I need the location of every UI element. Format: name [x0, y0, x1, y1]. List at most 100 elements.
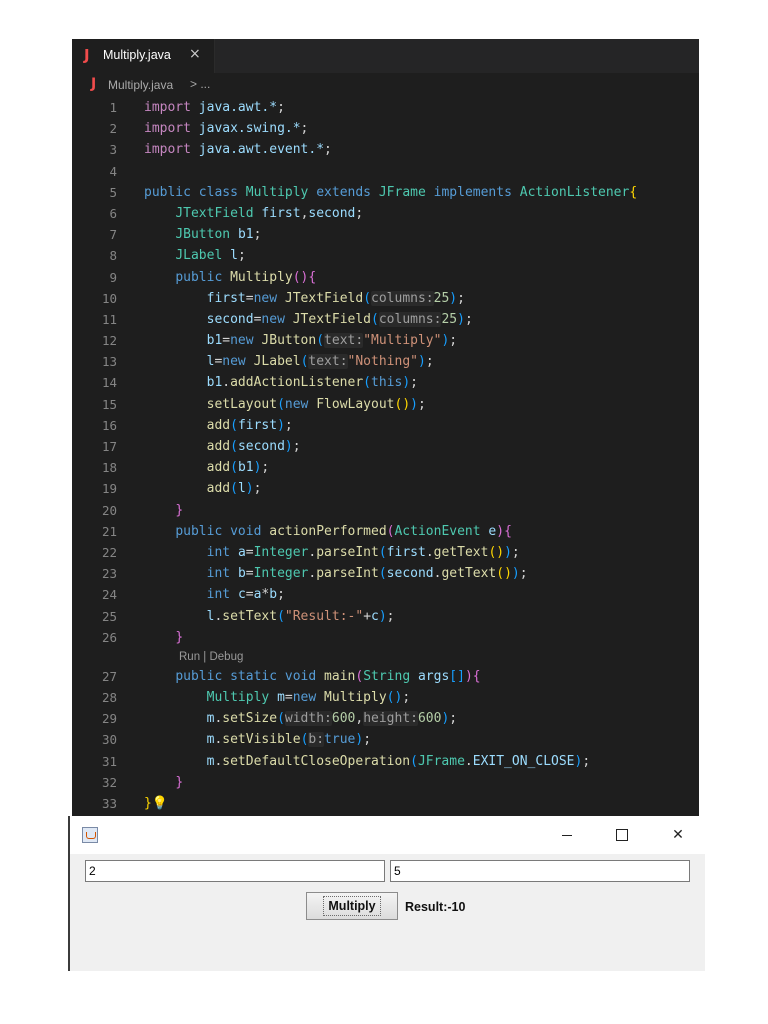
line-number: 32 [101, 774, 117, 790]
minimize-icon [562, 834, 572, 836]
code-line: 29 m.setSize(width:600,height:600); [72, 708, 699, 729]
code-line: 4 [72, 161, 699, 182]
codelens-label[interactable]: Run | Debug [179, 648, 243, 666]
import-path: javax.swing.* [198, 121, 301, 137]
line-number: 9 [109, 269, 117, 285]
line-number: 4 [109, 163, 117, 179]
line-number: 13 [101, 354, 117, 370]
code-line: 31 m.setDefaultCloseOperation(JFrame.EXI… [72, 751, 699, 772]
number-literal: 600 [417, 711, 442, 727]
line-number: 15 [101, 396, 117, 412]
inlay-hint: width: [284, 711, 332, 727]
code-line: 15 setLayout(new FlowLayout()); [72, 394, 699, 415]
code-line: 7 JButton b1; [72, 224, 699, 245]
inlay-hint: columns: [378, 311, 442, 327]
string-literal: "Multiply" [363, 333, 442, 349]
lightbulb-icon[interactable]: 💡 [152, 796, 168, 811]
number-literal: 25 [433, 290, 450, 306]
line-number: 30 [101, 732, 117, 748]
tab-label: Multiply.java [103, 48, 171, 62]
code-line: 33}💡 [72, 793, 699, 814]
code-line: 28 Multiply m=new Multiply(); [72, 687, 699, 708]
multiply-button-label: Multiply [323, 896, 381, 916]
minimize-button[interactable] [544, 816, 590, 854]
code-line: 21 public void actionPerformed(ActionEve… [72, 521, 699, 542]
code-line: 17 add(second); [72, 436, 699, 457]
codelens-run-debug[interactable]: Run | Debug [72, 648, 699, 666]
code-line: 26 } [72, 627, 699, 648]
code-line: 6 JTextField first,second; [72, 203, 699, 224]
line-number: 28 [101, 690, 117, 706]
breadcrumb: J Multiply.java > ... [72, 73, 699, 95]
number-literal: 25 [441, 311, 458, 327]
code-line: 1 import java.awt.*; [72, 97, 699, 118]
code-line: 13 l=new JLabel(text:"Nothing"); [72, 351, 699, 372]
first-number-field[interactable] [85, 860, 385, 882]
line-number: 10 [101, 290, 117, 306]
second-number-field[interactable] [390, 860, 690, 882]
line-number: 11 [101, 311, 117, 327]
code-line: 16 add(first); [72, 415, 699, 436]
code-line: 5 public class Multiply extends JFrame im… [72, 182, 699, 203]
code-line: 19 add(l); [72, 478, 699, 499]
line-number: 14 [101, 375, 117, 391]
inlay-hint: height: [363, 711, 418, 727]
window-titlebar[interactable]: ✕ [70, 816, 705, 854]
import-path: java.awt.event.* [198, 142, 325, 158]
inlay-hint: b: [308, 732, 325, 748]
code-area[interactable]: 1 import java.awt.*; 2 import javax.swing.… [72, 97, 699, 814]
line-number: 19 [101, 481, 117, 497]
maximize-button[interactable] [599, 816, 645, 854]
inlay-hint: columns: [371, 290, 434, 306]
multiply-button[interactable]: Multiply [306, 892, 398, 920]
line-number: 29 [101, 711, 117, 727]
superclass-name: JFrame [378, 184, 426, 200]
result-label: Result:-10 [405, 900, 466, 914]
close-window-button[interactable]: ✕ [655, 816, 701, 854]
line-number: 6 [109, 205, 117, 221]
code-line: 2 import javax.swing.*; [72, 118, 699, 139]
code-line: 22 int a=Integer.parseInt(first.getText(… [72, 542, 699, 563]
code-line: 32 } [72, 772, 699, 793]
line-number: 1 [109, 100, 117, 115]
number-literal: 600 [331, 711, 356, 727]
code-line: 27 public static void main(String args[]… [72, 666, 699, 687]
line-number: 21 [101, 523, 117, 539]
code-line: 12 b1=new JButton(text:"Multiply"); [72, 330, 699, 351]
line-number: 20 [101, 502, 117, 518]
line-number: 31 [101, 753, 117, 769]
code-line: 8 JLabel l; [72, 245, 699, 266]
code-line: 11 second=new JTextField(columns:25); [72, 309, 699, 330]
code-line: 24 int c=a*b; [72, 584, 699, 605]
code-line: 9 public Multiply(){ [72, 267, 699, 288]
string-literal: "Nothing" [347, 354, 418, 370]
class-name: Multiply [245, 184, 309, 200]
code-line: 25 l.setText("Result:-"+c); [72, 606, 699, 627]
swing-window: ✕ Multiply Result:-10 [68, 816, 705, 971]
line-number: 22 [101, 544, 117, 560]
tab-multiply-java[interactable]: J Multiply.java × [72, 39, 215, 73]
line-number: 23 [101, 566, 117, 582]
code-line: 30 m.setVisible(b:true); [72, 729, 699, 750]
string-literal: "Result:-" [284, 608, 364, 624]
line-number: 3 [109, 142, 117, 158]
code-line: 10 first=new JTextField(columns:25); [72, 288, 699, 309]
line-number: 12 [101, 333, 117, 349]
code-line: 20 } [72, 500, 699, 521]
interface-name: ActionListener [519, 184, 630, 200]
java-file-icon: J [91, 76, 97, 92]
import-path: java.awt.* [198, 100, 278, 115]
line-number: 18 [101, 460, 117, 476]
line-number: 25 [101, 608, 117, 624]
tab-bar: J Multiply.java × [72, 39, 699, 73]
breadcrumb-file[interactable]: Multiply.java [108, 78, 173, 92]
close-tab-icon[interactable]: × [189, 46, 201, 62]
line-number: 16 [101, 417, 117, 433]
line-number: 27 [101, 668, 117, 684]
breadcrumb-symbols[interactable]: > ... [190, 77, 210, 91]
inlay-hint: text: [324, 333, 364, 349]
line-number: 26 [101, 629, 117, 645]
code-line: 23 int b=Integer.parseInt(second.getText… [72, 563, 699, 584]
code-line: 18 add(b1); [72, 457, 699, 478]
line-number: 33 [101, 796, 117, 811]
